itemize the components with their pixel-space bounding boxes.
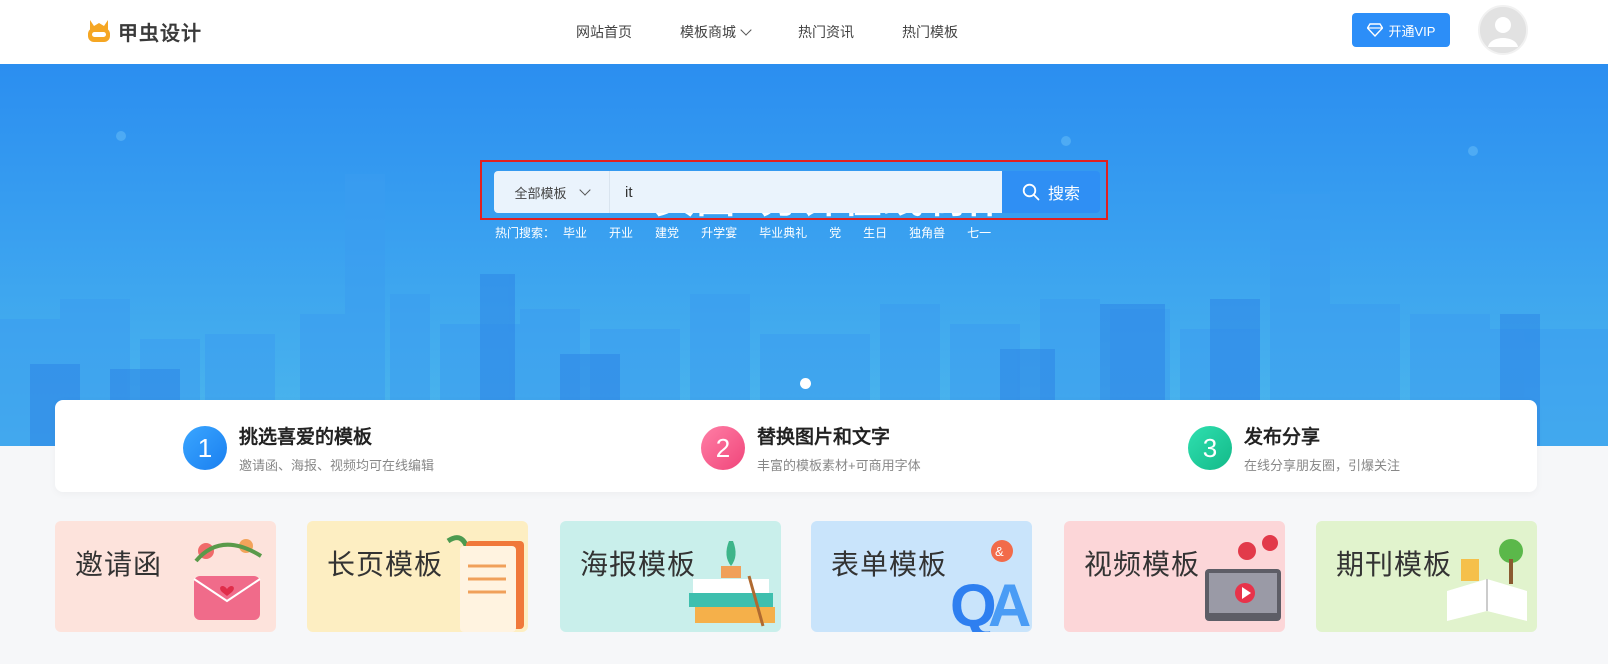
svg-text:&: &: [995, 544, 1004, 559]
step-number: 2: [701, 426, 745, 470]
nav-hot-news[interactable]: 热门资讯: [798, 22, 854, 42]
hot-search-term[interactable]: 党: [829, 224, 841, 241]
step-2: 2 替换图片和文字 丰富的模板素材+可商用字体: [701, 422, 921, 474]
hot-search-term[interactable]: 毕业典礼: [759, 224, 807, 241]
document-stack-icon: [446, 535, 524, 632]
site-logo[interactable]: 甲虫设计: [84, 14, 202, 48]
hot-search-term[interactable]: 生日: [863, 224, 887, 241]
video-player-icon: [1205, 535, 1281, 621]
search-input[interactable]: [610, 171, 1002, 213]
step-title: 挑选喜爱的模板: [239, 427, 373, 448]
step-desc: 在线分享朋友圈，引爆关注: [1244, 458, 1401, 473]
card-form[interactable]: 表单模板 & Q A: [811, 521, 1032, 632]
carousel-dot[interactable]: [800, 378, 811, 389]
hot-search-term[interactable]: 七一: [967, 224, 991, 241]
hot-search-list: 热门搜索： 毕业 开业 建党 升学宴 毕业典礼 党 生日 独角兽 七一: [495, 224, 1013, 241]
nav-hot-templates[interactable]: 热门模板: [902, 22, 958, 42]
category-select-value: 全部模板: [514, 185, 567, 201]
hot-search-label: 热门搜索：: [495, 226, 556, 240]
step-title: 发布分享: [1244, 427, 1321, 448]
hot-search-term[interactable]: 独角兽: [909, 224, 945, 241]
diamond-icon: [1366, 23, 1383, 37]
template-category-select[interactable]: 全部模板: [494, 171, 610, 213]
chevron-down-icon: [578, 184, 591, 196]
nav-home-label: 网站首页: [576, 24, 632, 40]
step-title: 替换图片和文字: [757, 427, 891, 448]
nav-hot-templates-label: 热门模板: [902, 24, 958, 40]
step-desc: 邀请函、海报、视频均可在线编辑: [239, 458, 435, 473]
user-avatar[interactable]: [1478, 5, 1528, 55]
search-button[interactable]: 搜索: [1002, 171, 1100, 213]
open-vip-button[interactable]: 开通VIP: [1352, 13, 1450, 47]
search-button-label: 搜索: [1047, 186, 1080, 203]
hot-search-term[interactable]: 毕业: [563, 224, 587, 241]
card-long-page[interactable]: 长页模板: [307, 521, 528, 632]
envelope-icon: [193, 539, 263, 620]
vip-label: 开通VIP: [1388, 23, 1436, 39]
card-label: 邀请函: [75, 549, 163, 580]
card-poster[interactable]: 海报模板: [560, 521, 781, 632]
card-invitation[interactable]: 邀请函: [55, 521, 276, 632]
beetle-logo-icon: [88, 20, 110, 42]
search-icon: [1022, 183, 1040, 201]
user-icon: [1480, 7, 1526, 53]
chevron-down-icon: [740, 24, 752, 36]
search-bar: 全部模板 搜索: [494, 171, 1100, 213]
qa-icon: & Q A: [950, 540, 1031, 632]
card-video[interactable]: 视频模板: [1064, 521, 1285, 632]
svg-text:A: A: [988, 572, 1031, 632]
step-desc: 丰富的模板素材+可商用字体: [757, 458, 921, 473]
nav-home[interactable]: 网站首页: [576, 22, 632, 42]
hot-search-term[interactable]: 开业: [609, 224, 633, 241]
hot-search-term[interactable]: 升学宴: [701, 224, 737, 241]
nav-template-store-label: 模板商城: [680, 24, 736, 40]
logo-text: 甲虫设计: [118, 22, 202, 45]
step-1: 1 挑选喜爱的模板 邀请函、海报、视频均可在线编辑: [183, 422, 434, 474]
books-plant-icon: [689, 541, 775, 627]
step-3: 3 发布分享 在线分享朋友圈，引爆关注: [1188, 422, 1400, 474]
step-number: 1: [183, 426, 227, 470]
nav-template-store[interactable]: 模板商城: [680, 22, 752, 42]
nav-hot-news-label: 热门资讯: [798, 24, 854, 40]
open-book-icon: [1447, 539, 1527, 621]
steps-panel: 1 挑选喜爱的模板 邀请函、海报、视频均可在线编辑 2 替换图片和文字 丰富的模…: [55, 400, 1537, 492]
main-nav: 网站首页 模板商城 热门资讯 热门模板: [576, 0, 1006, 64]
hot-search-term[interactable]: 建党: [655, 224, 679, 241]
step-number: 3: [1188, 426, 1232, 470]
card-journal[interactable]: 期刊模板: [1316, 521, 1537, 632]
top-header: 甲虫设计 网站首页 模板商城 热门资讯 热门模板 开通VIP: [0, 0, 1608, 64]
